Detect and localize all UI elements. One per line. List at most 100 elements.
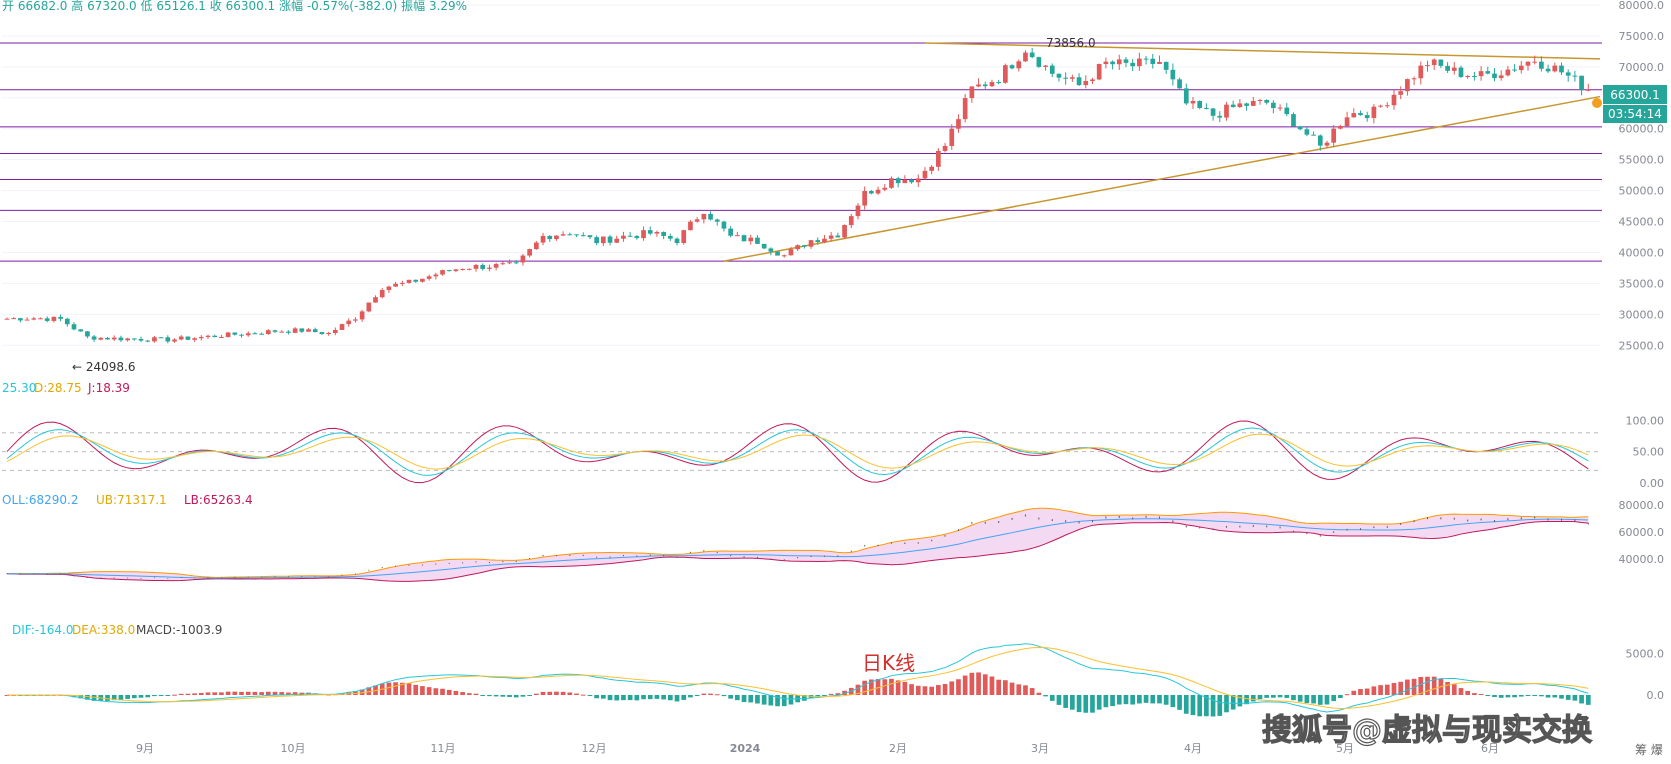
macd-bar — [1291, 695, 1296, 701]
macd-bar — [600, 695, 606, 699]
candle-body — [426, 276, 432, 279]
macd-bar — [105, 695, 110, 701]
indicator-tick-label: 0.0 — [1647, 689, 1665, 702]
candle-body — [31, 318, 37, 320]
candle-body — [654, 232, 660, 234]
candle-body — [1425, 65, 1430, 67]
candle-body — [493, 264, 499, 268]
macd-bar — [1451, 684, 1457, 695]
candle-body — [326, 332, 331, 335]
candle-body — [1565, 72, 1571, 76]
macd-bar — [158, 695, 164, 696]
candle-body — [446, 270, 452, 272]
macd-bar — [1183, 695, 1189, 714]
candle-body — [915, 178, 921, 183]
chart-label: 日K线 — [862, 651, 915, 675]
macd-bar — [1358, 689, 1363, 695]
candle-body — [755, 237, 760, 244]
candle-body — [1324, 142, 1330, 146]
macd-bar — [1264, 695, 1270, 698]
kline-chart[interactable]: 80000.075000.070000.065000.060000.055000… — [0, 0, 1671, 764]
candle-body — [681, 230, 687, 244]
macd-bar — [165, 695, 171, 696]
candle-body — [1331, 128, 1337, 143]
candle-body — [1197, 100, 1203, 108]
macd-bar — [487, 695, 492, 697]
macd-bar — [1317, 695, 1323, 705]
macd-bar — [962, 675, 968, 695]
macd-bar — [178, 693, 184, 695]
macd-bar — [889, 678, 894, 695]
price-tick-label: 30000.0 — [1619, 308, 1665, 321]
alert-dot[interactable] — [1592, 98, 1602, 108]
macd-bar — [1070, 695, 1075, 710]
macd-bar — [198, 692, 204, 695]
candle-body — [721, 221, 727, 229]
candle-body — [507, 262, 512, 264]
macd-bar — [574, 693, 579, 695]
candle-body — [379, 289, 385, 298]
macd-bar — [647, 695, 653, 700]
candle-body — [239, 334, 244, 336]
candle-body — [540, 235, 546, 243]
candle-body — [714, 219, 720, 222]
candle-body — [500, 263, 506, 265]
macd-bar — [259, 692, 264, 695]
candle-body — [728, 228, 733, 236]
macd-bar — [982, 674, 988, 695]
time-tick-label: 3月 — [1031, 742, 1049, 755]
candle-body — [1177, 79, 1182, 89]
candle-body — [1465, 75, 1471, 78]
candle-body — [1525, 61, 1531, 66]
candle-body — [145, 340, 151, 342]
indicator-tick-label: 60000.0 — [1619, 526, 1665, 539]
candle-body — [781, 255, 787, 257]
candle-body — [339, 324, 345, 330]
candle-body — [1257, 100, 1263, 102]
macd-bar — [554, 691, 559, 695]
candle-body — [319, 332, 325, 335]
macd-bar — [701, 693, 707, 695]
macd-bar — [232, 691, 238, 695]
macd-bar — [192, 693, 197, 695]
candle-body — [480, 264, 486, 269]
candle-body — [902, 179, 908, 184]
candle-body — [828, 235, 834, 239]
macd-bar — [1351, 690, 1357, 695]
macd-bar — [942, 684, 948, 695]
candle-body — [1364, 115, 1370, 119]
candle-body — [299, 328, 305, 332]
candle-body — [306, 329, 311, 332]
macd-bar — [1257, 695, 1263, 700]
time-tick-label: 4月 — [1184, 742, 1202, 755]
candle-body — [962, 98, 968, 120]
candle-body — [1351, 113, 1357, 118]
macd-bar — [1338, 695, 1343, 699]
macd-bar — [420, 686, 425, 695]
candle-body — [460, 268, 465, 270]
macd-bar — [239, 691, 244, 695]
candle-body — [58, 316, 63, 319]
candle-body — [1183, 88, 1189, 104]
candle-body — [822, 238, 827, 243]
macd-bar — [145, 695, 151, 698]
candle-body — [594, 237, 599, 244]
candle-body — [554, 235, 559, 240]
macd-bar — [735, 695, 740, 701]
macd-bar — [1485, 695, 1491, 696]
high-annotation: 73856.0 — [1046, 36, 1096, 50]
macd-bar — [245, 691, 251, 695]
candle-body — [1170, 69, 1176, 80]
candle-body — [1512, 69, 1517, 71]
trend-line — [723, 95, 1601, 262]
macd-bar — [513, 695, 519, 698]
macd-bar — [902, 681, 908, 695]
macd-bar — [976, 672, 981, 695]
candle-body — [259, 333, 264, 335]
macd-bar — [1518, 695, 1524, 697]
macd-bar — [654, 695, 660, 699]
candle-body — [212, 335, 218, 338]
macd-bar — [125, 695, 130, 699]
macd-bar — [185, 693, 191, 695]
candle-body — [1371, 106, 1377, 119]
